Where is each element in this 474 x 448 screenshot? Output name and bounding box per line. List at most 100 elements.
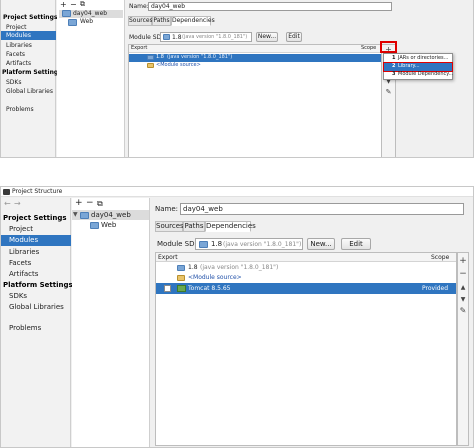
name-field-value: day04_web — [151, 3, 186, 10]
new-sdk-button[interactable]: New... — [256, 32, 278, 42]
nav-item-problems[interactable]: Problems — [9, 324, 41, 332]
menu-item-module-dependency[interactable]: 3 Module Dependency... — [384, 71, 454, 79]
module-source-icon — [147, 63, 154, 68]
table-row[interactable]: 1.8 (java version "1.8.0_181") — [156, 263, 456, 273]
add-dependency-menu: 1 JARs or directories... 2 Library... 3 … — [383, 53, 453, 80]
module-sdk-select[interactable]: 1.8 (java version "1.8.0_181") — [195, 238, 303, 250]
tab-paths[interactable]: Paths — [152, 16, 171, 26]
nav-item-modules-selected[interactable]: Modules — [1, 235, 71, 246]
nav-item-libraries[interactable]: Libraries — [6, 42, 32, 49]
menu-item-library[interactable]: 2 Library... — [383, 62, 453, 72]
remove-dependency-icon[interactable]: − — [458, 269, 468, 279]
tree-item-web[interactable]: Web — [101, 221, 116, 229]
nav-item-artifacts[interactable]: Artifacts — [6, 60, 31, 67]
edit-icon[interactable]: ✎ — [382, 88, 395, 96]
sdk-detail: (java version "1.8.0_181") — [223, 241, 302, 248]
row-jdk-name: 1.8 — [188, 264, 198, 271]
nav-item-problems[interactable]: Problems — [6, 106, 34, 113]
remove-icon[interactable]: − — [86, 198, 94, 208]
tree-root-label: day04_web — [91, 211, 131, 219]
menu-item-jars-num: 1 — [392, 55, 396, 61]
table-side-toolbar: + − ▲ ▼ ✎ — [457, 252, 469, 446]
nav-item-libraries[interactable]: Libraries — [9, 248, 39, 256]
row-tomcat-name: Tomcat 8.5.65 — [188, 285, 231, 292]
add-icon[interactable]: + — [75, 198, 83, 208]
nav-item-facets[interactable]: Facets — [6, 51, 25, 58]
edit-icon[interactable]: ✎ — [458, 306, 468, 315]
table-row-selected[interactable]: Tomcat 8.5.65 Provided — [156, 283, 456, 294]
col-export: Export — [131, 45, 148, 51]
edit-sdk-button[interactable]: Edit — [286, 32, 302, 42]
name-label: Name: — [155, 205, 179, 213]
tab-dependencies[interactable]: Dependencies — [205, 221, 256, 232]
row-jdk-detail: (java version "1.8.0_181") — [167, 54, 233, 60]
col-scope: Scope — [431, 254, 450, 261]
name-field[interactable]: day04_web — [180, 203, 464, 215]
table-row[interactable]: <Module source> — [129, 62, 395, 70]
nav-item-global-libraries[interactable]: Global Libraries — [6, 88, 53, 95]
export-checkbox[interactable] — [164, 285, 171, 292]
top-dialog-crop: Project Settings Project Modules Librari… — [0, 0, 474, 158]
dependencies-table: Export Scope 1.8 (java version "1.8.0_18… — [155, 252, 457, 446]
nav-item-global-libraries[interactable]: Global Libraries — [9, 303, 64, 311]
nav-header-platform-settings: Platform Settings — [3, 281, 73, 289]
remove-icon[interactable]: − — [70, 0, 77, 9]
nav-item-modules-label: Modules — [6, 32, 31, 39]
sdk-version: 1.8 — [172, 34, 182, 41]
web-facet-icon — [90, 222, 99, 229]
table-row[interactable]: <Module source> — [156, 273, 456, 283]
module-folder-icon — [80, 212, 89, 219]
back-icon[interactable]: ← — [4, 199, 11, 208]
nav-header-project-settings: Project Settings — [3, 14, 58, 21]
nav-item-sdks[interactable]: SDKs — [9, 292, 27, 300]
nav-sidebar: Project Settings Project Modules Librari… — [1, 0, 62, 157]
edit-sdk-button[interactable]: Edit — [341, 238, 371, 250]
nav-sidebar: ← → Project Settings Project Modules Lib… — [1, 198, 73, 447]
tree-item-web[interactable]: Web — [80, 18, 93, 25]
move-down-icon[interactable]: ▼ — [458, 296, 468, 303]
forward-icon[interactable]: → — [14, 199, 21, 208]
nav-item-artifacts[interactable]: Artifacts — [9, 270, 38, 278]
col-export: Export — [158, 254, 178, 261]
add-icon[interactable]: + — [60, 0, 67, 9]
nav-item-modules-selected[interactable]: Modules — [1, 31, 56, 40]
row-tomcat-scope[interactable]: Provided — [422, 285, 448, 292]
expand-icon[interactable]: ▼ — [73, 211, 78, 218]
add-dependency-icon[interactable]: + — [458, 256, 468, 266]
nav-item-project[interactable]: Project — [9, 225, 33, 233]
row-module-source: <Module source> — [156, 62, 201, 68]
row-jdk-name: 1.8 — [156, 54, 164, 60]
move-up-icon[interactable]: ▲ — [458, 284, 468, 291]
tab-sources[interactable]: Sources — [128, 16, 153, 26]
nav-header-platform-settings: Platform Settings — [2, 69, 62, 76]
module-tree: + − ⧉ ▼ day04_web Web — [72, 198, 150, 447]
row-module-source: <Module source> — [188, 274, 242, 281]
menu-item-module-num: 3 — [392, 71, 396, 77]
module-sdk-select[interactable]: 1.8 (java version "1.8.0_181") — [160, 32, 252, 42]
table-row-selected[interactable]: 1.8 (java version "1.8.0_181") — [129, 54, 395, 62]
tab-dependencies[interactable]: Dependencies — [171, 16, 215, 26]
menu-item-module-label: Module Dependency... — [398, 71, 454, 77]
tab-sources[interactable]: Sources — [155, 221, 184, 232]
nav-item-facets[interactable]: Facets — [9, 259, 31, 267]
col-scope: Scope — [361, 45, 377, 51]
tree-item-root[interactable]: day04_web — [59, 10, 123, 18]
tab-paths[interactable]: Paths — [183, 221, 205, 232]
menu-item-jars[interactable]: 1 JARs or directories... — [384, 55, 452, 63]
sdk-folder-icon — [163, 34, 170, 40]
sdk-folder-icon — [199, 241, 208, 248]
row-jdk-detail: (java version "1.8.0_181") — [200, 264, 279, 271]
dependencies-table: Export Scope 1.8 (java version "1.8.0_18… — [128, 44, 396, 157]
copy-icon[interactable]: ⧉ — [97, 199, 103, 209]
menu-item-library-label: Library... — [398, 63, 420, 69]
copy-icon[interactable]: ⧉ — [80, 0, 85, 9]
window-title: Project Structure — [12, 188, 63, 195]
new-sdk-button[interactable]: New... — [307, 238, 335, 250]
jdk-icon — [147, 55, 154, 60]
tree-item-root[interactable]: ▼ day04_web — [72, 210, 149, 220]
menu-item-library-num: 2 — [392, 63, 396, 69]
sdk-detail: (java version "1.8.0_181") — [182, 34, 248, 40]
name-field[interactable]: day04_web — [148, 2, 392, 11]
nav-item-project[interactable]: Project — [6, 24, 27, 31]
nav-item-sdks[interactable]: SDKs — [6, 79, 22, 86]
